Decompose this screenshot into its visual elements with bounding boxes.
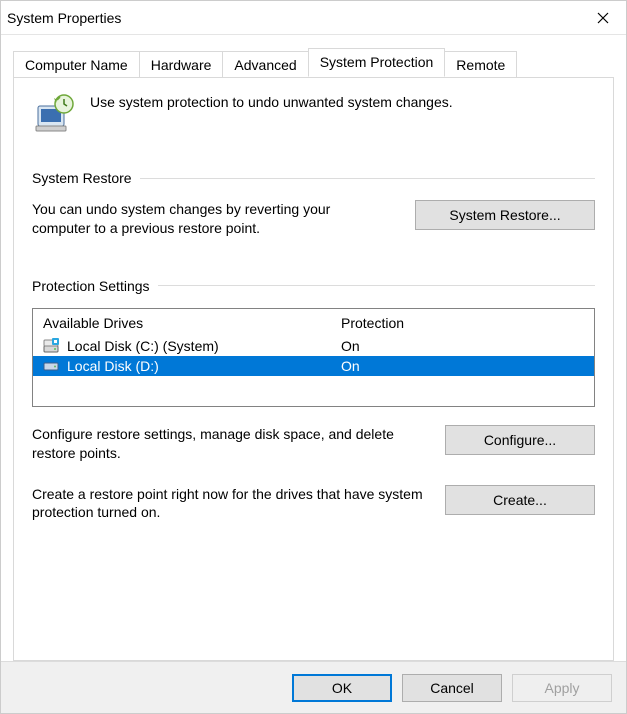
create-row: Create a restore point right now for the… (32, 485, 595, 523)
ok-button[interactable]: OK (292, 674, 392, 702)
close-button[interactable] (580, 1, 626, 35)
configure-button[interactable]: Configure... (445, 425, 595, 455)
titlebar: System Properties (1, 1, 626, 35)
drive-name: Local Disk (D:) (67, 358, 341, 374)
drive-row[interactable]: Local Disk (C:) (System) On (33, 336, 594, 356)
configure-row: Configure restore settings, manage disk … (32, 425, 595, 463)
drive-protection: On (341, 338, 584, 354)
tab-remote[interactable]: Remote (444, 51, 517, 78)
tab-hardware[interactable]: Hardware (139, 51, 224, 78)
cancel-button[interactable]: Cancel (402, 674, 502, 702)
drive-icon (43, 358, 61, 374)
intro-row: Use system protection to undo unwanted s… (32, 92, 595, 136)
window-title: System Properties (7, 10, 121, 26)
close-icon (597, 12, 609, 24)
configure-text: Configure restore settings, manage disk … (32, 425, 423, 463)
create-text: Create a restore point right now for the… (32, 485, 423, 523)
drive-table-body: Local Disk (C:) (System) On Local Disk (… (33, 336, 594, 406)
system-restore-text: You can undo system changes by reverting… (32, 200, 385, 238)
tab-panel-system-protection: Use system protection to undo unwanted s… (13, 77, 614, 661)
system-restore-row: You can undo system changes by reverting… (32, 200, 595, 238)
drive-table: Available Drives Protection (32, 308, 595, 407)
tab-system-protection[interactable]: System Protection (308, 48, 446, 77)
system-protection-icon (32, 92, 76, 136)
drive-table-header: Available Drives Protection (33, 309, 594, 336)
divider (140, 178, 595, 179)
group-protection-title: Protection Settings (32, 278, 150, 294)
drive-protection: On (341, 358, 584, 374)
content-area: Computer Name Hardware Advanced System P… (1, 35, 626, 661)
group-system-restore-label: System Restore (32, 170, 595, 186)
divider (158, 285, 595, 286)
tab-advanced[interactable]: Advanced (222, 51, 308, 78)
tab-strip: Computer Name Hardware Advanced System P… (13, 47, 614, 77)
drive-system-icon (43, 338, 61, 354)
column-header-drives[interactable]: Available Drives (43, 315, 341, 331)
group-system-restore-title: System Restore (32, 170, 132, 186)
drive-row[interactable]: Local Disk (D:) On (33, 356, 594, 376)
system-properties-window: System Properties Computer Name Hardware… (0, 0, 627, 714)
group-protection-label: Protection Settings (32, 278, 595, 294)
create-button[interactable]: Create... (445, 485, 595, 515)
column-header-protection[interactable]: Protection (341, 315, 584, 331)
intro-text: Use system protection to undo unwanted s… (90, 92, 453, 110)
tab-computer-name[interactable]: Computer Name (13, 51, 140, 78)
drive-name: Local Disk (C:) (System) (67, 338, 341, 354)
apply-button[interactable]: Apply (512, 674, 612, 702)
dialog-footer: OK Cancel Apply (1, 661, 626, 713)
system-restore-button[interactable]: System Restore... (415, 200, 595, 230)
